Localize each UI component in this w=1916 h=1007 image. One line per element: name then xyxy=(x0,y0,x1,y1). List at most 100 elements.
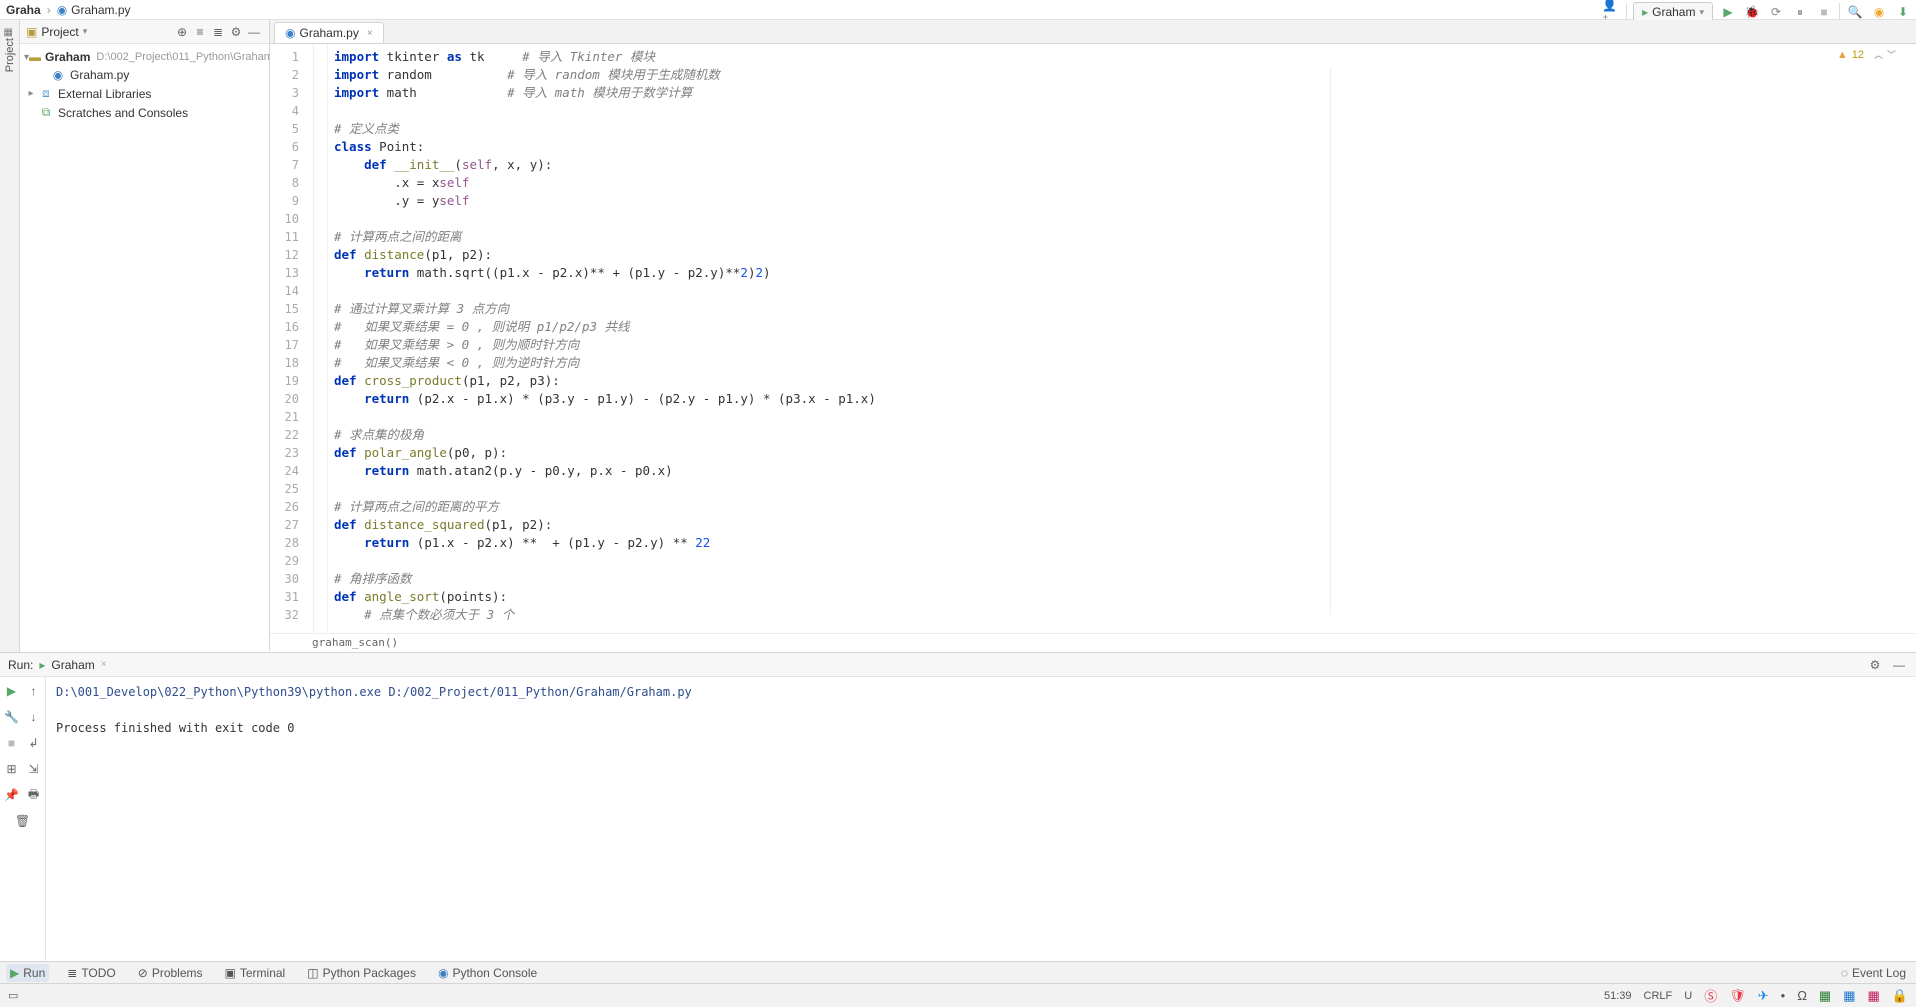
scratch-icon: ⧉ xyxy=(38,105,54,120)
update-icon[interactable]: ⬇ xyxy=(1894,3,1912,21)
project-name[interactable]: Graha xyxy=(6,3,41,17)
scroll-icon[interactable]: ⇲ xyxy=(26,761,42,777)
problems-tab[interactable]: ⊘Problems xyxy=(134,964,207,982)
tree-external-libs[interactable]: ▸ ⧈ External Libraries xyxy=(20,84,269,103)
run-tab[interactable]: ▶Run xyxy=(6,964,49,982)
fold-column[interactable] xyxy=(314,44,328,633)
stop-button[interactable]: ■ xyxy=(1815,3,1833,21)
terminal-tab[interactable]: ▣Terminal xyxy=(221,964,290,982)
settings-icon[interactable]: ⚙ xyxy=(227,23,245,41)
profile-button[interactable]: ⏸ xyxy=(1791,3,1809,21)
project-panel: ▣ Project ▾ ⊕ ≡ ≣ ⚙ — ▾ ▬ Graham D:\002_… xyxy=(20,20,270,651)
soft-wrap-icon[interactable]: ↲ xyxy=(26,735,42,751)
tray-grid3-icon[interactable]: ▦ xyxy=(1868,988,1880,1004)
editor-breadcrumb[interactable]: graham_scan() xyxy=(270,633,1916,651)
status-msg-icon[interactable]: ▭ xyxy=(8,989,18,1002)
run-config-selector[interactable]: ▸ Graham ▾ xyxy=(1633,2,1713,22)
run-button[interactable]: ▶ xyxy=(1719,3,1737,21)
run-body: ▶ ↑ 🔧 ↓ ■ ↲ ⊞ ⇲ 📌 🖶 🗑 D:\001_D xyxy=(0,677,1916,962)
project-panel-title[interactable]: ▣ Project ▾ xyxy=(26,25,87,39)
packages-icon: ◫ xyxy=(307,966,318,980)
locate-icon[interactable]: ⊕ xyxy=(173,23,191,41)
editor-tab[interactable]: ◉ Graham.py × xyxy=(274,22,384,43)
coverage-button[interactable]: ⟳ xyxy=(1767,3,1785,21)
line-separator[interactable]: CRLF xyxy=(1644,990,1673,1002)
project-panel-header: ▣ Project ▾ ⊕ ≡ ≣ ⚙ — xyxy=(20,20,269,44)
stop-icon[interactable]: ■ xyxy=(4,735,20,751)
down-icon[interactable]: ↓ xyxy=(26,709,42,725)
library-icon: ⧈ xyxy=(38,86,54,101)
wrench-icon[interactable]: 🔧 xyxy=(4,709,20,725)
tree-file[interactable]: ◉ Graham.py xyxy=(20,66,269,84)
run-toolbar: ▶ ↑ 🔧 ↓ ■ ↲ ⊞ ⇲ 📌 🖶 🗑 xyxy=(0,677,46,962)
debug-button[interactable]: 🐞 xyxy=(1743,3,1761,21)
file-name[interactable]: Graham.py xyxy=(71,3,130,17)
trash-icon[interactable]: 🗑 xyxy=(15,813,31,829)
folder-icon: ▬ xyxy=(29,50,41,64)
collapse-all-icon[interactable]: ≣ xyxy=(209,23,227,41)
terminal-icon: ▣ xyxy=(225,966,236,980)
tray-lock-icon[interactable]: 🔒 xyxy=(1892,988,1908,1004)
bottom-tool-stripe: ▶Run ≣TODO ⊘Problems ▣Terminal ◫Python P… xyxy=(0,961,1916,983)
tray-dot-icon[interactable]: • xyxy=(1781,988,1786,1003)
python-file-icon: ◉ xyxy=(57,3,67,17)
up-icon[interactable]: ↑ xyxy=(26,683,42,699)
tree-root[interactable]: ▾ ▬ Graham D:\002_Project\011_Python\Gra… xyxy=(20,48,269,66)
console-tab[interactable]: ◉Python Console xyxy=(434,964,541,982)
rerun-icon[interactable]: ▶ xyxy=(4,683,20,699)
project-tool-tab[interactable]: ▦ Project xyxy=(4,24,16,72)
add-user-icon[interactable]: 👤⁺ xyxy=(1602,3,1620,21)
code-content[interactable]: import tkinter as tk # 导入 Tkinter 模块impo… xyxy=(328,44,1916,633)
run-output[interactable]: D:\001_Develop\022_Python\Python39\pytho… xyxy=(46,677,1916,962)
settings-icon[interactable]: ⚙ xyxy=(1866,656,1884,674)
chevron-up-icon[interactable]: ︿ xyxy=(1874,48,1883,61)
hide-icon[interactable]: — xyxy=(245,23,263,41)
tray-s-icon[interactable]: Ⓢ xyxy=(1704,986,1717,1005)
todo-icon: ≣ xyxy=(67,966,77,980)
tray-grid1-icon[interactable]: ▦ xyxy=(1819,988,1831,1004)
code-editor[interactable]: 1234567891011121314151617181920212223242… xyxy=(270,44,1916,633)
editor-tabs: ◉ Graham.py × xyxy=(270,20,1916,44)
todo-tab[interactable]: ≣TODO xyxy=(63,964,120,982)
close-tab-icon[interactable]: × xyxy=(367,28,373,39)
event-log-icon: ◌ xyxy=(1841,966,1848,980)
close-icon[interactable]: × xyxy=(101,659,107,670)
event-log-tab[interactable]: ◌Event Log xyxy=(1837,964,1910,982)
python-file-icon: ◉ xyxy=(50,68,66,82)
toolbar-right: 👤⁺ ▸ Graham ▾ ▶ 🐞 ⟳ ⏸ ■ 🔍 ◉ ⬇ xyxy=(1602,2,1912,22)
expand-all-icon[interactable]: ≡ xyxy=(191,23,209,41)
python-icon: ◉ xyxy=(438,966,448,980)
separator xyxy=(1626,3,1627,21)
project-tree: ▾ ▬ Graham D:\002_Project\011_Python\Gra… xyxy=(20,44,269,126)
problems-indicator[interactable]: ▲ 12 ︿ ﹀ xyxy=(1837,48,1896,61)
search-icon[interactable]: 🔍 xyxy=(1846,3,1864,21)
problems-icon: ⊘ xyxy=(138,966,148,980)
chevron-down-icon[interactable]: ﹀ xyxy=(1887,48,1896,61)
warning-icon: ▲ xyxy=(1837,49,1848,61)
layout-icon[interactable]: ⊞ xyxy=(4,761,20,777)
run-icon: ▶ xyxy=(10,966,19,980)
tray-cloud-icon[interactable]: ✈ xyxy=(1758,988,1769,1004)
right-margin-line xyxy=(1330,68,1331,615)
chevron-down-icon: ▾ xyxy=(83,26,88,37)
run-config-icon: ▸ xyxy=(39,658,45,672)
expand-arrow[interactable]: ▸ xyxy=(24,88,38,99)
encoding[interactable]: U xyxy=(1684,990,1692,1002)
folder-icon: ▦ xyxy=(4,27,13,38)
hide-icon[interactable]: — xyxy=(1890,656,1908,674)
run-tool-window: Run: ▸ Graham × ⚙ — ▶ ↑ 🔧 ↓ ■ ↲ ⊞ ⇲ xyxy=(0,652,1916,962)
separator xyxy=(1839,3,1840,21)
python-file-icon: ◉ xyxy=(285,26,295,40)
packages-tab[interactable]: ◫Python Packages xyxy=(303,964,420,982)
run-config-name[interactable]: Graham xyxy=(51,658,94,672)
tray-grid2-icon[interactable]: ▦ xyxy=(1843,988,1855,1004)
tree-scratches[interactable]: ⧉ Scratches and Consoles xyxy=(20,103,269,122)
run-config-name: Graham xyxy=(1652,5,1695,19)
tray-omega-icon[interactable]: Ω xyxy=(1797,988,1807,1003)
print-icon[interactable]: 🖶 xyxy=(26,787,42,803)
tray-shield-icon[interactable]: 🛡 xyxy=(1729,988,1746,1004)
ide-settings-icon[interactable]: ◉ xyxy=(1870,3,1888,21)
status-bar: ▭ 51:39 CRLF U Ⓢ 🛡 ✈ • Ω ▦ ▦ ▦ 🔒 xyxy=(0,983,1916,1007)
pin-icon[interactable]: 📌 xyxy=(4,787,20,803)
cursor-position[interactable]: 51:39 xyxy=(1604,990,1632,1002)
